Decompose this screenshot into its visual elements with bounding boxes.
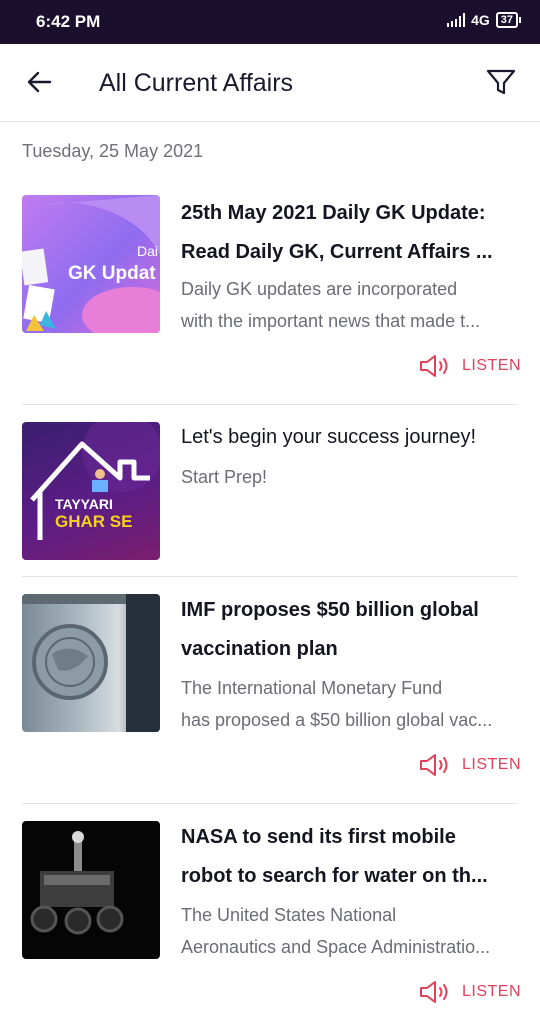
news-card[interactable]: NASA to send its first mobile robot to s… xyxy=(0,814,540,1018)
news-description-line1: Start Prep! xyxy=(181,467,268,487)
thumbnail-text-line1: TAYYARI xyxy=(55,496,113,512)
speaker-icon xyxy=(420,981,448,1003)
network-type: 4G xyxy=(471,12,490,28)
news-title-line1: Let's begin your success journey! xyxy=(181,426,477,448)
news-description-line2: has proposed a $50 billion global vac... xyxy=(181,710,493,730)
news-thumbnail: Dai GK Updat xyxy=(22,195,160,333)
news-description: Start Prep! xyxy=(181,461,519,493)
listen-label: LISTEN xyxy=(462,357,522,374)
news-thumbnail: TAYYARI GHAR SE xyxy=(22,422,160,560)
app-bar: All Current Affairs xyxy=(0,44,540,122)
thumbnail-text-small: Dai xyxy=(137,243,159,259)
news-title[interactable]: NASA to send its first mobile robot to s… xyxy=(181,818,521,896)
news-description: The United States National Aeronautics a… xyxy=(181,899,519,963)
news-card[interactable]: Dai GK Updat 25th May 2021 Daily GK Upda… xyxy=(0,188,540,404)
news-description-line1: The International Monetary Fund xyxy=(181,678,443,698)
news-thumbnail xyxy=(22,594,160,732)
news-title[interactable]: 25th May 2021 Daily GK Update: Read Dail… xyxy=(181,194,521,272)
news-title-line1: IMF proposes $50 billion global xyxy=(181,599,479,621)
signal-icon xyxy=(447,13,466,27)
status-bar: 6:42 PM 4G 37 xyxy=(0,0,540,44)
date-heading: Tuesday, 25 May 2021 xyxy=(22,141,204,161)
news-title-line2: robot to search for water on th... xyxy=(181,865,488,887)
imf-logo-image xyxy=(22,594,160,732)
status-indicators: 4G 37 xyxy=(447,12,522,28)
divider xyxy=(22,404,518,405)
news-description-line2: with the important news that made t... xyxy=(181,311,481,331)
news-description-line2: Aeronautics and Space Administratio... xyxy=(181,937,491,957)
listen-label: LISTEN xyxy=(462,983,522,1000)
news-card[interactable]: TAYYARI GHAR SE Let's begin your success… xyxy=(0,412,540,576)
news-description-line1: The United States National xyxy=(181,905,397,925)
news-title-line1: 25th May 2021 Daily GK Update: xyxy=(181,202,486,224)
news-title[interactable]: IMF proposes $50 billion global vaccinat… xyxy=(181,591,521,669)
news-description-line1: Daily GK updates are incorporated xyxy=(181,279,458,299)
battery-icon: 37 xyxy=(495,12,522,28)
thumbnail-text-line2: GHAR SE xyxy=(55,512,133,531)
listen-button[interactable]: LISTEN xyxy=(418,753,521,777)
listen-button[interactable]: LISTEN xyxy=(418,354,521,378)
news-card[interactable]: IMF proposes $50 billion global vaccinat… xyxy=(0,587,540,803)
news-title[interactable]: Let's begin your success journey! xyxy=(181,418,521,457)
listen-label: LISTEN xyxy=(462,756,522,773)
news-title-line1: NASA to send its first mobile xyxy=(181,826,456,848)
filter-icon xyxy=(486,69,516,95)
listen-button[interactable]: LISTEN xyxy=(418,980,521,1004)
status-time: 6:42 PM xyxy=(36,12,101,31)
news-description: The International Monetary Fund has prop… xyxy=(181,672,519,736)
news-thumbnail xyxy=(22,821,160,959)
house-illustration xyxy=(30,422,160,540)
rover-image xyxy=(30,831,124,935)
divider xyxy=(22,803,518,804)
news-title-line2: vaccination plan xyxy=(181,638,338,660)
back-button[interactable] xyxy=(22,64,58,100)
page-title: All Current Affairs xyxy=(99,69,294,97)
filter-button[interactable] xyxy=(483,64,519,100)
news-title-line2: Read Daily GK, Current Affairs ... xyxy=(181,241,493,263)
speaker-icon xyxy=(420,355,448,377)
thumbnail-text-big: GK Updat xyxy=(68,263,156,284)
divider xyxy=(22,576,518,577)
news-description: Daily GK updates are incorporated with t… xyxy=(181,273,519,337)
back-arrow-icon xyxy=(27,71,52,93)
speaker-icon xyxy=(420,754,448,776)
